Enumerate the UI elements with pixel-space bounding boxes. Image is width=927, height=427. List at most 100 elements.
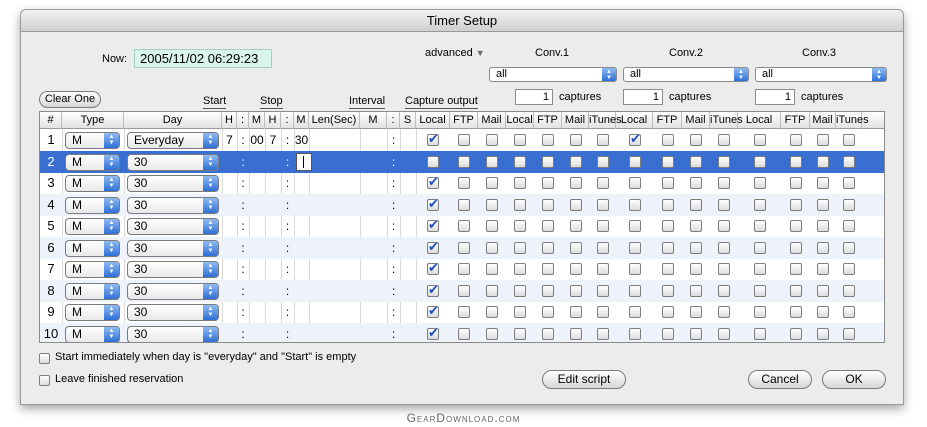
output-checkbox-c3-mail[interactable] [817, 134, 829, 146]
output-checkbox-c2-mail[interactable] [690, 155, 702, 168]
stop-minute[interactable] [294, 280, 309, 302]
start-hour[interactable]: 7 [222, 129, 237, 151]
stop-minute[interactable]: 30 [294, 129, 309, 151]
type-select[interactable]: M ▲ ▼ [65, 175, 120, 192]
output-checkbox-c1-local[interactable] [514, 155, 526, 168]
output-checkbox-c1-mail[interactable] [570, 241, 582, 254]
output-checkbox-c0-ftp[interactable] [458, 220, 470, 232]
output-checkbox-c2-local[interactable] [629, 177, 641, 189]
start-minute[interactable] [249, 172, 265, 194]
type-select[interactable]: M ▲ ▼ [65, 261, 120, 278]
output-checkbox-c1-local[interactable] [514, 306, 526, 318]
start-minute[interactable] [249, 258, 265, 280]
output-checkbox-c2-ftp[interactable] [662, 198, 674, 211]
output-checkbox-c1-itunes[interactable] [597, 263, 609, 275]
output-checkbox-c3-itunes[interactable] [843, 155, 855, 168]
table-row[interactable]: 8 M ▲ ▼ 30 ▲ ▼::: [40, 279, 884, 302]
conv3-captures-input[interactable]: 1 [755, 89, 795, 105]
output-checkbox-c1-itunes[interactable] [597, 241, 609, 254]
output-checkbox-c0-ftp[interactable] [458, 177, 470, 189]
day-select[interactable]: 30 ▲ ▼ [127, 304, 219, 321]
output-checkbox-c1-itunes[interactable] [597, 220, 609, 232]
start-hour[interactable] [222, 151, 237, 173]
output-checkbox-c2-mail[interactable] [690, 198, 702, 211]
length-seconds[interactable] [309, 258, 360, 280]
output-checkbox-c0-mail[interactable] [486, 198, 498, 211]
start-minute[interactable] [249, 323, 265, 343]
output-checkbox-c1-local[interactable] [514, 327, 526, 340]
output-checkbox-c3-ftp[interactable] [790, 198, 802, 211]
output-checkbox-c3-local[interactable] [754, 155, 766, 168]
output-checkbox-c3-itunes[interactable] [843, 134, 855, 146]
output-checkbox-c3-local[interactable] [754, 220, 766, 232]
output-checkbox-c1-ftp[interactable] [542, 241, 554, 254]
output-checkbox-c2-local[interactable] [629, 131, 641, 147]
output-checkbox-c0-ftp[interactable] [458, 306, 470, 318]
output-checkbox-c1-local[interactable] [514, 241, 526, 254]
advanced-disclosure[interactable]: advanced ▼ [425, 47, 485, 59]
output-checkbox-c3-ftp[interactable] [790, 241, 802, 254]
output-checkbox-c1-itunes[interactable] [597, 155, 609, 168]
type-select[interactable]: M ▲ ▼ [65, 304, 120, 321]
output-checkbox-c0-local[interactable] [427, 174, 439, 190]
stop-hour[interactable] [265, 151, 281, 173]
start-hour[interactable] [222, 258, 237, 280]
output-checkbox-c1-mail[interactable] [570, 155, 582, 168]
output-checkbox-c2-itunes[interactable] [718, 155, 730, 168]
day-select[interactable]: 30 ▲ ▼ [127, 218, 219, 235]
output-checkbox-c1-local[interactable] [514, 198, 526, 211]
output-checkbox-c0-ftp[interactable] [458, 155, 470, 168]
start-hour[interactable] [222, 215, 237, 237]
output-checkbox-c3-mail[interactable] [817, 155, 829, 168]
output-checkbox-c0-ftp[interactable] [458, 263, 470, 275]
length-seconds[interactable] [309, 280, 360, 302]
output-checkbox-c2-itunes[interactable] [718, 198, 730, 211]
ok-button[interactable]: OK [822, 370, 886, 389]
output-checkbox-c3-ftp[interactable] [790, 284, 802, 297]
output-checkbox-c1-mail[interactable] [570, 134, 582, 146]
output-checkbox-c3-ftp[interactable] [790, 155, 802, 168]
output-checkbox-c0-ftp[interactable] [458, 134, 470, 146]
output-checkbox-c2-ftp[interactable] [662, 177, 674, 189]
output-checkbox-c2-local[interactable] [629, 306, 641, 318]
output-checkbox-c1-local[interactable] [514, 220, 526, 232]
output-checkbox-c2-itunes[interactable] [718, 306, 730, 318]
day-select[interactable]: 30 ▲ ▼ [127, 325, 219, 342]
output-checkbox-c0-mail[interactable] [486, 306, 498, 318]
output-checkbox-c1-mail[interactable] [570, 263, 582, 275]
output-checkbox-c1-itunes[interactable] [597, 198, 609, 211]
day-select[interactable]: 30 ▲ ▼ [127, 239, 219, 257]
stop-hour[interactable] [265, 237, 281, 259]
output-checkbox-c1-ftp[interactable] [542, 263, 554, 275]
output-checkbox-c3-local[interactable] [754, 284, 766, 297]
cancel-button[interactable]: Cancel [748, 370, 812, 389]
stop-minute[interactable] [294, 258, 309, 280]
output-checkbox-c2-ftp[interactable] [662, 155, 674, 168]
output-checkbox-c2-local[interactable] [629, 241, 641, 254]
output-checkbox-c2-itunes[interactable] [718, 177, 730, 189]
output-checkbox-c1-mail[interactable] [570, 284, 582, 297]
stop-hour[interactable] [265, 280, 281, 302]
output-checkbox-c1-ftp[interactable] [542, 306, 554, 318]
length-seconds[interactable] [309, 323, 360, 343]
table-row[interactable]: 4 M ▲ ▼ 30 ▲ ▼::: [40, 193, 884, 216]
output-checkbox-c1-itunes[interactable] [597, 306, 609, 318]
type-select[interactable]: M ▲ ▼ [65, 132, 120, 149]
output-checkbox-c2-local[interactable] [629, 198, 641, 211]
output-checkbox-c1-ftp[interactable] [542, 155, 554, 168]
output-checkbox-c2-mail[interactable] [690, 177, 702, 189]
start-immediately-checkbox[interactable] [39, 353, 50, 364]
output-checkbox-c1-ftp[interactable] [542, 198, 554, 211]
stop-hour[interactable] [265, 258, 281, 280]
start-minute[interactable] [249, 151, 265, 173]
output-checkbox-c1-itunes[interactable] [597, 177, 609, 189]
output-checkbox-c3-itunes[interactable] [843, 327, 855, 340]
table-row[interactable]: 7 M ▲ ▼ 30 ▲ ▼::: [40, 258, 884, 280]
output-checkbox-c2-local[interactable] [629, 220, 641, 232]
output-checkbox-c1-mail[interactable] [570, 220, 582, 232]
output-checkbox-c1-ftp[interactable] [542, 134, 554, 146]
output-checkbox-c1-local[interactable] [514, 177, 526, 189]
day-select[interactable]: Everyday ▲ ▼ [127, 132, 219, 149]
length-seconds[interactable] [309, 215, 360, 237]
output-checkbox-c2-mail[interactable] [690, 306, 702, 318]
